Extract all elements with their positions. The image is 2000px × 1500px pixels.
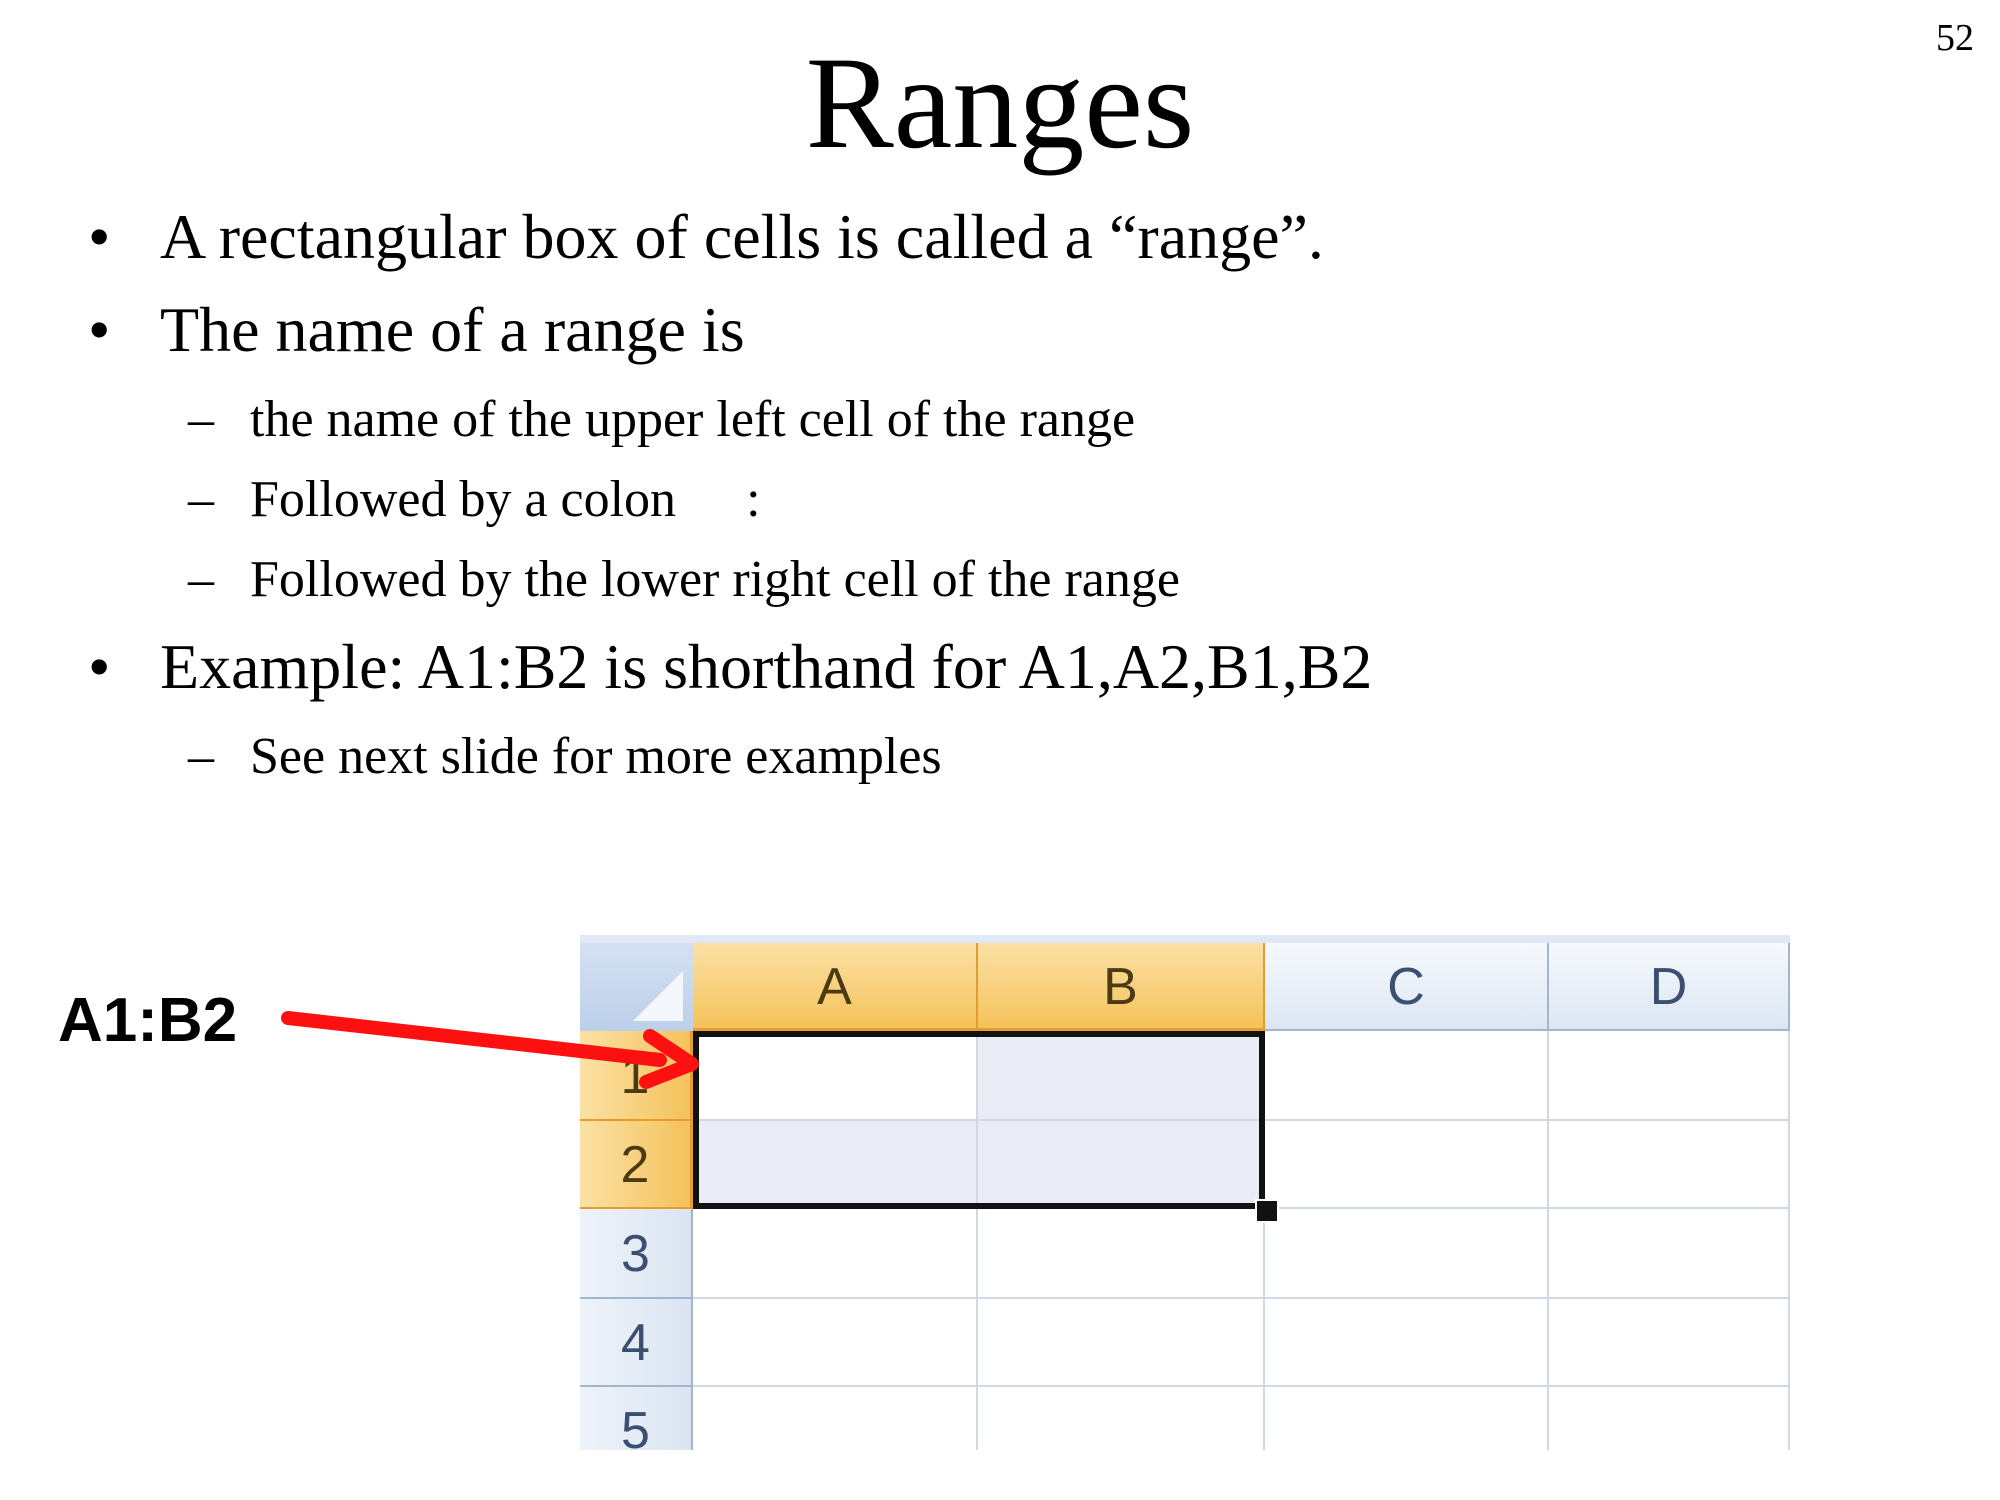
cell-d5[interactable] xyxy=(1549,1387,1790,1450)
bullet-marker: • xyxy=(88,631,111,702)
slide-title: Ranges xyxy=(805,29,1195,176)
cell-b1[interactable] xyxy=(978,1031,1265,1121)
bullet-text: A rectangular box of cells is called a “… xyxy=(160,201,1324,272)
cell-b3[interactable] xyxy=(978,1209,1265,1299)
colon-symbol: : xyxy=(746,471,761,528)
column-header-c[interactable]: C xyxy=(1265,943,1549,1031)
dash-marker: – xyxy=(188,551,214,608)
column-header-a[interactable]: A xyxy=(693,943,978,1031)
column-header-b[interactable]: B xyxy=(978,943,1265,1031)
cell-c3[interactable] xyxy=(1265,1209,1549,1299)
bullet-item: • The name of a range is xyxy=(88,293,745,367)
bullet-item: • A rectangular box of cells is called a… xyxy=(88,200,1324,274)
cell-a3[interactable] xyxy=(693,1209,978,1299)
row-header-2[interactable]: 2 xyxy=(580,1121,693,1209)
cell-a5[interactable] xyxy=(693,1387,978,1450)
cell-b5[interactable] xyxy=(978,1387,1265,1450)
row-header-4[interactable]: 4 xyxy=(580,1299,693,1387)
cell-a2[interactable] xyxy=(693,1121,978,1209)
corner-triangle-icon xyxy=(633,971,683,1021)
sub-bullet-item: – See next slide for more examples xyxy=(188,727,942,786)
cell-d4[interactable] xyxy=(1549,1299,1790,1387)
ribbon-edge xyxy=(580,935,1790,943)
cell-c5[interactable] xyxy=(1265,1387,1549,1450)
row-header-1[interactable]: 1 xyxy=(580,1031,693,1121)
cell-b4[interactable] xyxy=(978,1299,1265,1387)
sub-bullet-text: See next slide for more examples xyxy=(250,728,942,785)
row-header-3[interactable]: 3 xyxy=(580,1209,693,1299)
row-header-5[interactable]: 5 xyxy=(580,1387,693,1450)
cell-a4[interactable] xyxy=(693,1299,978,1387)
range-callout-label: A1:B2 xyxy=(58,986,238,1055)
bullet-marker: • xyxy=(88,294,111,365)
dash-marker: – xyxy=(188,728,214,785)
sub-bullet-text: Followed by the lower right cell of the … xyxy=(250,551,1180,608)
column-header-d[interactable]: D xyxy=(1549,943,1790,1031)
cell-a1[interactable] xyxy=(693,1031,978,1121)
cell-d2[interactable] xyxy=(1549,1121,1790,1209)
cell-c4[interactable] xyxy=(1265,1299,1549,1387)
bullet-text: The name of a range is xyxy=(160,294,745,365)
spreadsheet-grid[interactable]: A B C D 1 2 3 4 5 xyxy=(580,935,1790,1450)
bullet-text: Example: A1:B2 is shorthand for A1,A2,B1… xyxy=(160,631,1373,702)
cell-c2[interactable] xyxy=(1265,1121,1549,1209)
sub-bullet-item: – Followed by the lower right cell of th… xyxy=(188,550,1180,609)
cell-b2[interactable] xyxy=(978,1121,1265,1209)
dash-marker: – xyxy=(188,391,214,448)
sub-bullet-item: – Followed by a colon: xyxy=(188,470,761,529)
sub-bullet-item: – the name of the upper left cell of the… xyxy=(188,390,1136,449)
fill-handle[interactable] xyxy=(1255,1199,1279,1223)
dash-marker: – xyxy=(188,471,214,528)
sub-bullet-text: the name of the upper left cell of the r… xyxy=(250,391,1136,448)
sub-bullet-text: Followed by a colon xyxy=(250,471,677,528)
bullet-marker: • xyxy=(88,201,111,272)
cell-c1[interactable] xyxy=(1265,1031,1549,1121)
cell-d1[interactable] xyxy=(1549,1031,1790,1121)
select-all-corner[interactable] xyxy=(580,943,695,1033)
bullet-item: • Example: A1:B2 is shorthand for A1,A2,… xyxy=(88,630,1373,704)
cell-d3[interactable] xyxy=(1549,1209,1790,1299)
